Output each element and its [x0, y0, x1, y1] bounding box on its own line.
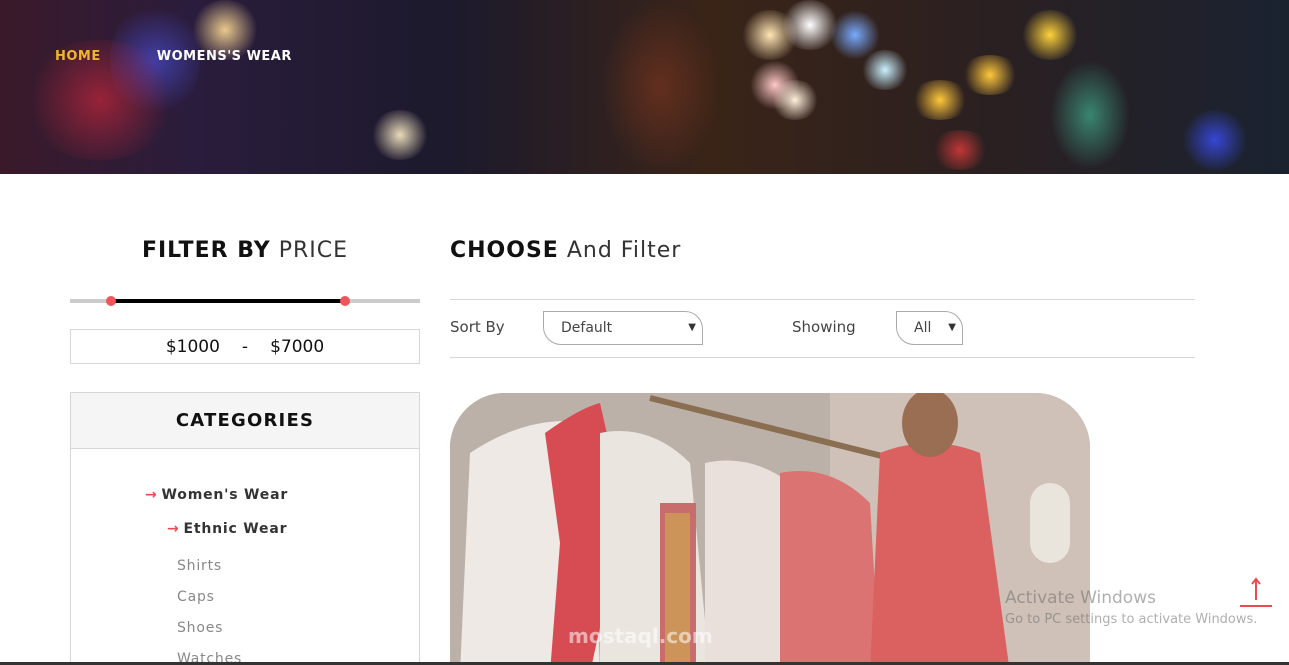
filter-title: FILTER BY PRICE: [70, 238, 420, 263]
windows-activation-notice: Activate Windows Go to PC settings to ac…: [1005, 588, 1257, 627]
caret-down-icon: ▼: [948, 322, 956, 333]
sort-select[interactable]: Default ▼: [543, 311, 703, 345]
price-min-handle[interactable]: [106, 296, 116, 306]
category-womens-wear[interactable]: → Women's Wear: [145, 487, 288, 503]
category-item-caps[interactable]: Caps: [177, 589, 215, 605]
categories-panel: CATEGORIES → Women's Wear → Ethnic Wear Sh…: [70, 392, 420, 665]
right-arrow-icon: →: [145, 487, 158, 503]
hero-banner: HOME WOMENS'S WEAR: [0, 0, 1289, 174]
category-item-shoes[interactable]: Shoes: [177, 620, 223, 636]
min-price: $1000: [165, 336, 220, 357]
sort-select-value: Default: [561, 320, 613, 336]
scroll-to-top-button[interactable]: [1240, 576, 1272, 608]
price-range-display: $1000 - $7000: [70, 329, 420, 364]
category-womens-wear-label: Women's Wear: [161, 487, 289, 503]
filter-title-bold: FILTER BY: [141, 238, 271, 263]
breadcrumb-home-link[interactable]: HOME: [55, 49, 101, 64]
price-range-slider[interactable]: [70, 296, 420, 306]
price-max-handle[interactable]: [340, 296, 350, 306]
category-ethnic-wear-label: Ethnic Wear: [183, 521, 288, 537]
showing-select[interactable]: All ▼: [896, 311, 963, 345]
main-title-bold: CHOOSE: [450, 238, 559, 263]
breadcrumb: HOME WOMENS'S WEAR: [55, 49, 292, 64]
caret-down-icon: ▼: [688, 322, 696, 333]
showing-select-value: All: [914, 320, 932, 336]
showing-label: Showing: [792, 318, 856, 336]
watermark-logo: mostaql.com: [568, 624, 713, 648]
right-arrow-icon: →: [167, 521, 180, 537]
sort-toolbar: Sort By Default ▼ Showing All ▼: [450, 299, 1195, 358]
max-price: $7000: [270, 336, 325, 357]
main-title: CHOOSE And Filter: [450, 238, 681, 263]
windows-activation-subtitle: Go to PC settings to activate Windows.: [1005, 612, 1258, 627]
main-title-light: And Filter: [566, 238, 682, 263]
price-range-track: [110, 299, 346, 303]
breadcrumb-current[interactable]: WOMENS'S WEAR: [157, 49, 292, 64]
sort-by-label: Sort By: [450, 318, 505, 336]
clothing-rack-illustration: [450, 393, 1090, 665]
product-image[interactable]: [450, 393, 1090, 665]
category-item-shirts[interactable]: Shirts: [177, 558, 222, 574]
windows-activation-title: Activate Windows: [1005, 588, 1156, 608]
category-ethnic-wear[interactable]: → Ethnic Wear: [167, 521, 287, 537]
price-separator: -: [241, 336, 249, 357]
filter-title-light: PRICE: [278, 238, 349, 263]
up-arrow-icon: [1240, 577, 1272, 607]
categories-title: CATEGORIES: [71, 393, 419, 449]
